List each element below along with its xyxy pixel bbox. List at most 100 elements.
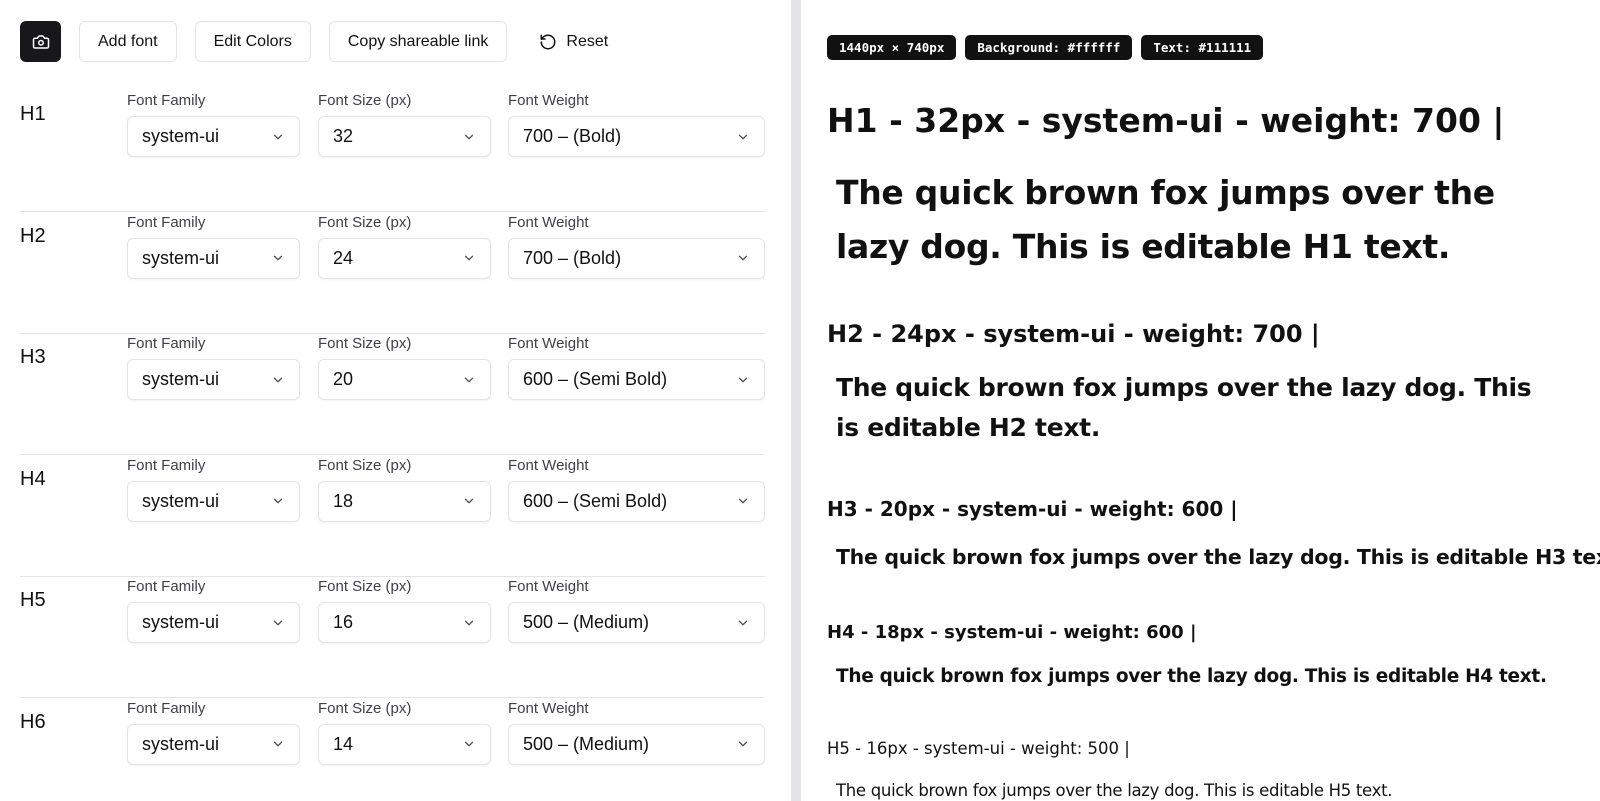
screenshot-button[interactable] [20, 21, 61, 62]
heading-level-label: H5 [20, 589, 46, 611]
chevron-down-icon [271, 251, 285, 265]
font-weight-select[interactable]: 700 – (Bold) [508, 237, 765, 279]
font-family-value: system-ui [142, 490, 220, 511]
heading-row-h6: H6 Font Family system-ui Font Size (px) 14 Fo… [20, 699, 765, 801]
font-weight-select[interactable]: 500 – (Medium) [508, 602, 765, 643]
chevron-down-icon [462, 616, 476, 630]
h2-meta: H2 - 24px - system-ui - weight: 700 | [827, 320, 1320, 348]
font-size-field: Font Size (px) 18 [318, 456, 491, 522]
font-weight-value: 500 – (Medium) [523, 733, 650, 754]
font-size-select[interactable]: 14 [318, 723, 491, 765]
heading-row-h2: H2 Font Family system-ui Font Size (px) 24 Fo… [20, 213, 765, 334]
font-family-select[interactable]: system-ui [127, 116, 300, 157]
h5-sample-text[interactable]: The quick brown fox jumps over the lazy … [836, 780, 1596, 801]
panel-divider[interactable] [791, 0, 801, 801]
font-weight-field: Font Weight 600 – (Semi Bold) [508, 334, 765, 400]
copy-shareable-link-button[interactable]: Copy shareable link [328, 21, 508, 62]
chevron-down-icon [736, 494, 750, 508]
preview-panel: 1440px × 740px Background: #ffffff Text:… [801, 0, 1600, 801]
font-family-select[interactable]: system-ui [127, 480, 300, 522]
font-family-value: system-ui [142, 733, 220, 754]
font-size-field: Font Size (px) 24 [318, 213, 491, 279]
font-family-select[interactable]: system-ui [127, 723, 300, 765]
font-weight-select[interactable]: 500 – (Medium) [508, 723, 765, 765]
font-size-select[interactable]: 18 [318, 480, 491, 522]
font-weight-field: Font Weight 700 – (Bold) [508, 91, 765, 157]
chevron-down-icon [462, 373, 476, 387]
font-weight-field: Font Weight 500 – (Medium) [508, 699, 765, 765]
font-size-field: Font Size (px) 20 [318, 334, 491, 400]
edit-colors-button[interactable]: Edit Colors [194, 21, 311, 62]
chevron-down-icon [271, 130, 285, 144]
font-size-label: Font Size (px) [318, 699, 412, 717]
h2-sample-text[interactable]: The quick brown fox jumps over the lazy … [836, 368, 1536, 448]
font-family-label: Font Family [127, 578, 206, 595]
font-size-select[interactable]: 20 [318, 359, 491, 400]
font-weight-select[interactable]: 600 – (Semi Bold) [508, 480, 765, 522]
heading-row-h3: H3 Font Family system-ui Font Size (px) 20 Fo… [20, 334, 765, 455]
chevron-down-icon [271, 737, 285, 751]
font-family-label: Font Family [127, 213, 206, 231]
font-family-field: Font Family system-ui [127, 213, 300, 279]
heading-level-label: H2 [20, 224, 46, 247]
font-family-field: Font Family system-ui [127, 577, 300, 643]
font-weight-label: Font Weight [508, 213, 589, 231]
reset-button[interactable]: Reset [525, 21, 623, 62]
font-family-select[interactable]: system-ui [127, 237, 300, 279]
font-weight-field: Font Weight 600 – (Semi Bold) [508, 456, 765, 522]
heading-level-label: H3 [20, 346, 46, 368]
font-weight-label: Font Weight [508, 699, 589, 717]
h3-meta: H3 - 20px - system-ui - weight: 600 | [827, 497, 1238, 521]
font-weight-value: 700 – (Bold) [523, 126, 622, 146]
font-size-label: Font Size (px) [318, 335, 412, 352]
toolbar: Add font Edit Colors Copy shareable link… [20, 21, 623, 62]
font-family-select[interactable]: system-ui [127, 602, 300, 643]
font-family-value: system-ui [142, 369, 220, 389]
font-family-label: Font Family [127, 92, 206, 109]
chevron-down-icon [736, 251, 750, 265]
font-size-label: Font Size (px) [318, 456, 412, 474]
font-family-field: Font Family system-ui [127, 699, 300, 765]
font-family-select[interactable]: system-ui [127, 359, 300, 400]
h1-meta: H1 - 32px - system-ui - weight: 700 | [827, 101, 1505, 140]
chevron-down-icon [462, 737, 476, 751]
font-weight-label: Font Weight [508, 578, 589, 595]
font-family-value: system-ui [142, 126, 220, 146]
h4-sample-text[interactable]: The quick brown fox jumps over the lazy … [836, 665, 1596, 689]
font-weight-field: Font Weight 700 – (Bold) [508, 213, 765, 279]
chevron-down-icon [462, 494, 476, 508]
font-size-field: Font Size (px) 14 [318, 699, 491, 765]
chevron-down-icon [462, 130, 476, 144]
font-size-value: 14 [333, 733, 354, 754]
font-size-select[interactable]: 24 [318, 237, 491, 279]
chevron-down-icon [271, 373, 285, 387]
font-family-label: Font Family [127, 335, 206, 352]
font-size-value: 16 [333, 612, 354, 632]
reset-label: Reset [566, 32, 609, 50]
font-size-label: Font Size (px) [318, 578, 412, 595]
add-font-button[interactable]: Add font [79, 21, 177, 62]
chevron-down-icon [462, 251, 476, 265]
rotate-ccw-icon [540, 34, 556, 49]
heading-level-label: H1 [20, 103, 46, 125]
h4-meta: H4 - 18px - system-ui - weight: 600 | [827, 622, 1197, 643]
h1-sample-text[interactable]: The quick brown fox jumps over the lazy … [836, 166, 1536, 274]
font-family-field: Font Family system-ui [127, 91, 300, 157]
font-size-value: 18 [333, 490, 354, 511]
font-weight-select[interactable]: 700 – (Bold) [508, 116, 765, 157]
font-size-select[interactable]: 16 [318, 602, 491, 643]
font-size-field: Font Size (px) 16 [318, 577, 491, 643]
camera-icon [32, 34, 49, 49]
font-family-label: Font Family [127, 699, 206, 717]
font-size-value: 32 [333, 126, 354, 146]
font-weight-label: Font Weight [508, 456, 589, 474]
font-size-value: 24 [333, 247, 354, 268]
background-color-badge: Background: #ffffff [965, 35, 1133, 60]
h3-sample-text[interactable]: The quick brown fox jumps over the lazy … [836, 544, 1600, 570]
heading-level-label: H4 [20, 467, 46, 490]
font-size-select[interactable]: 32 [318, 116, 491, 157]
font-family-field: Font Family system-ui [127, 334, 300, 400]
font-weight-select[interactable]: 600 – (Semi Bold) [508, 359, 765, 400]
font-weight-value: 700 – (Bold) [523, 247, 622, 268]
text-color-badge: Text: #111111 [1141, 35, 1264, 60]
